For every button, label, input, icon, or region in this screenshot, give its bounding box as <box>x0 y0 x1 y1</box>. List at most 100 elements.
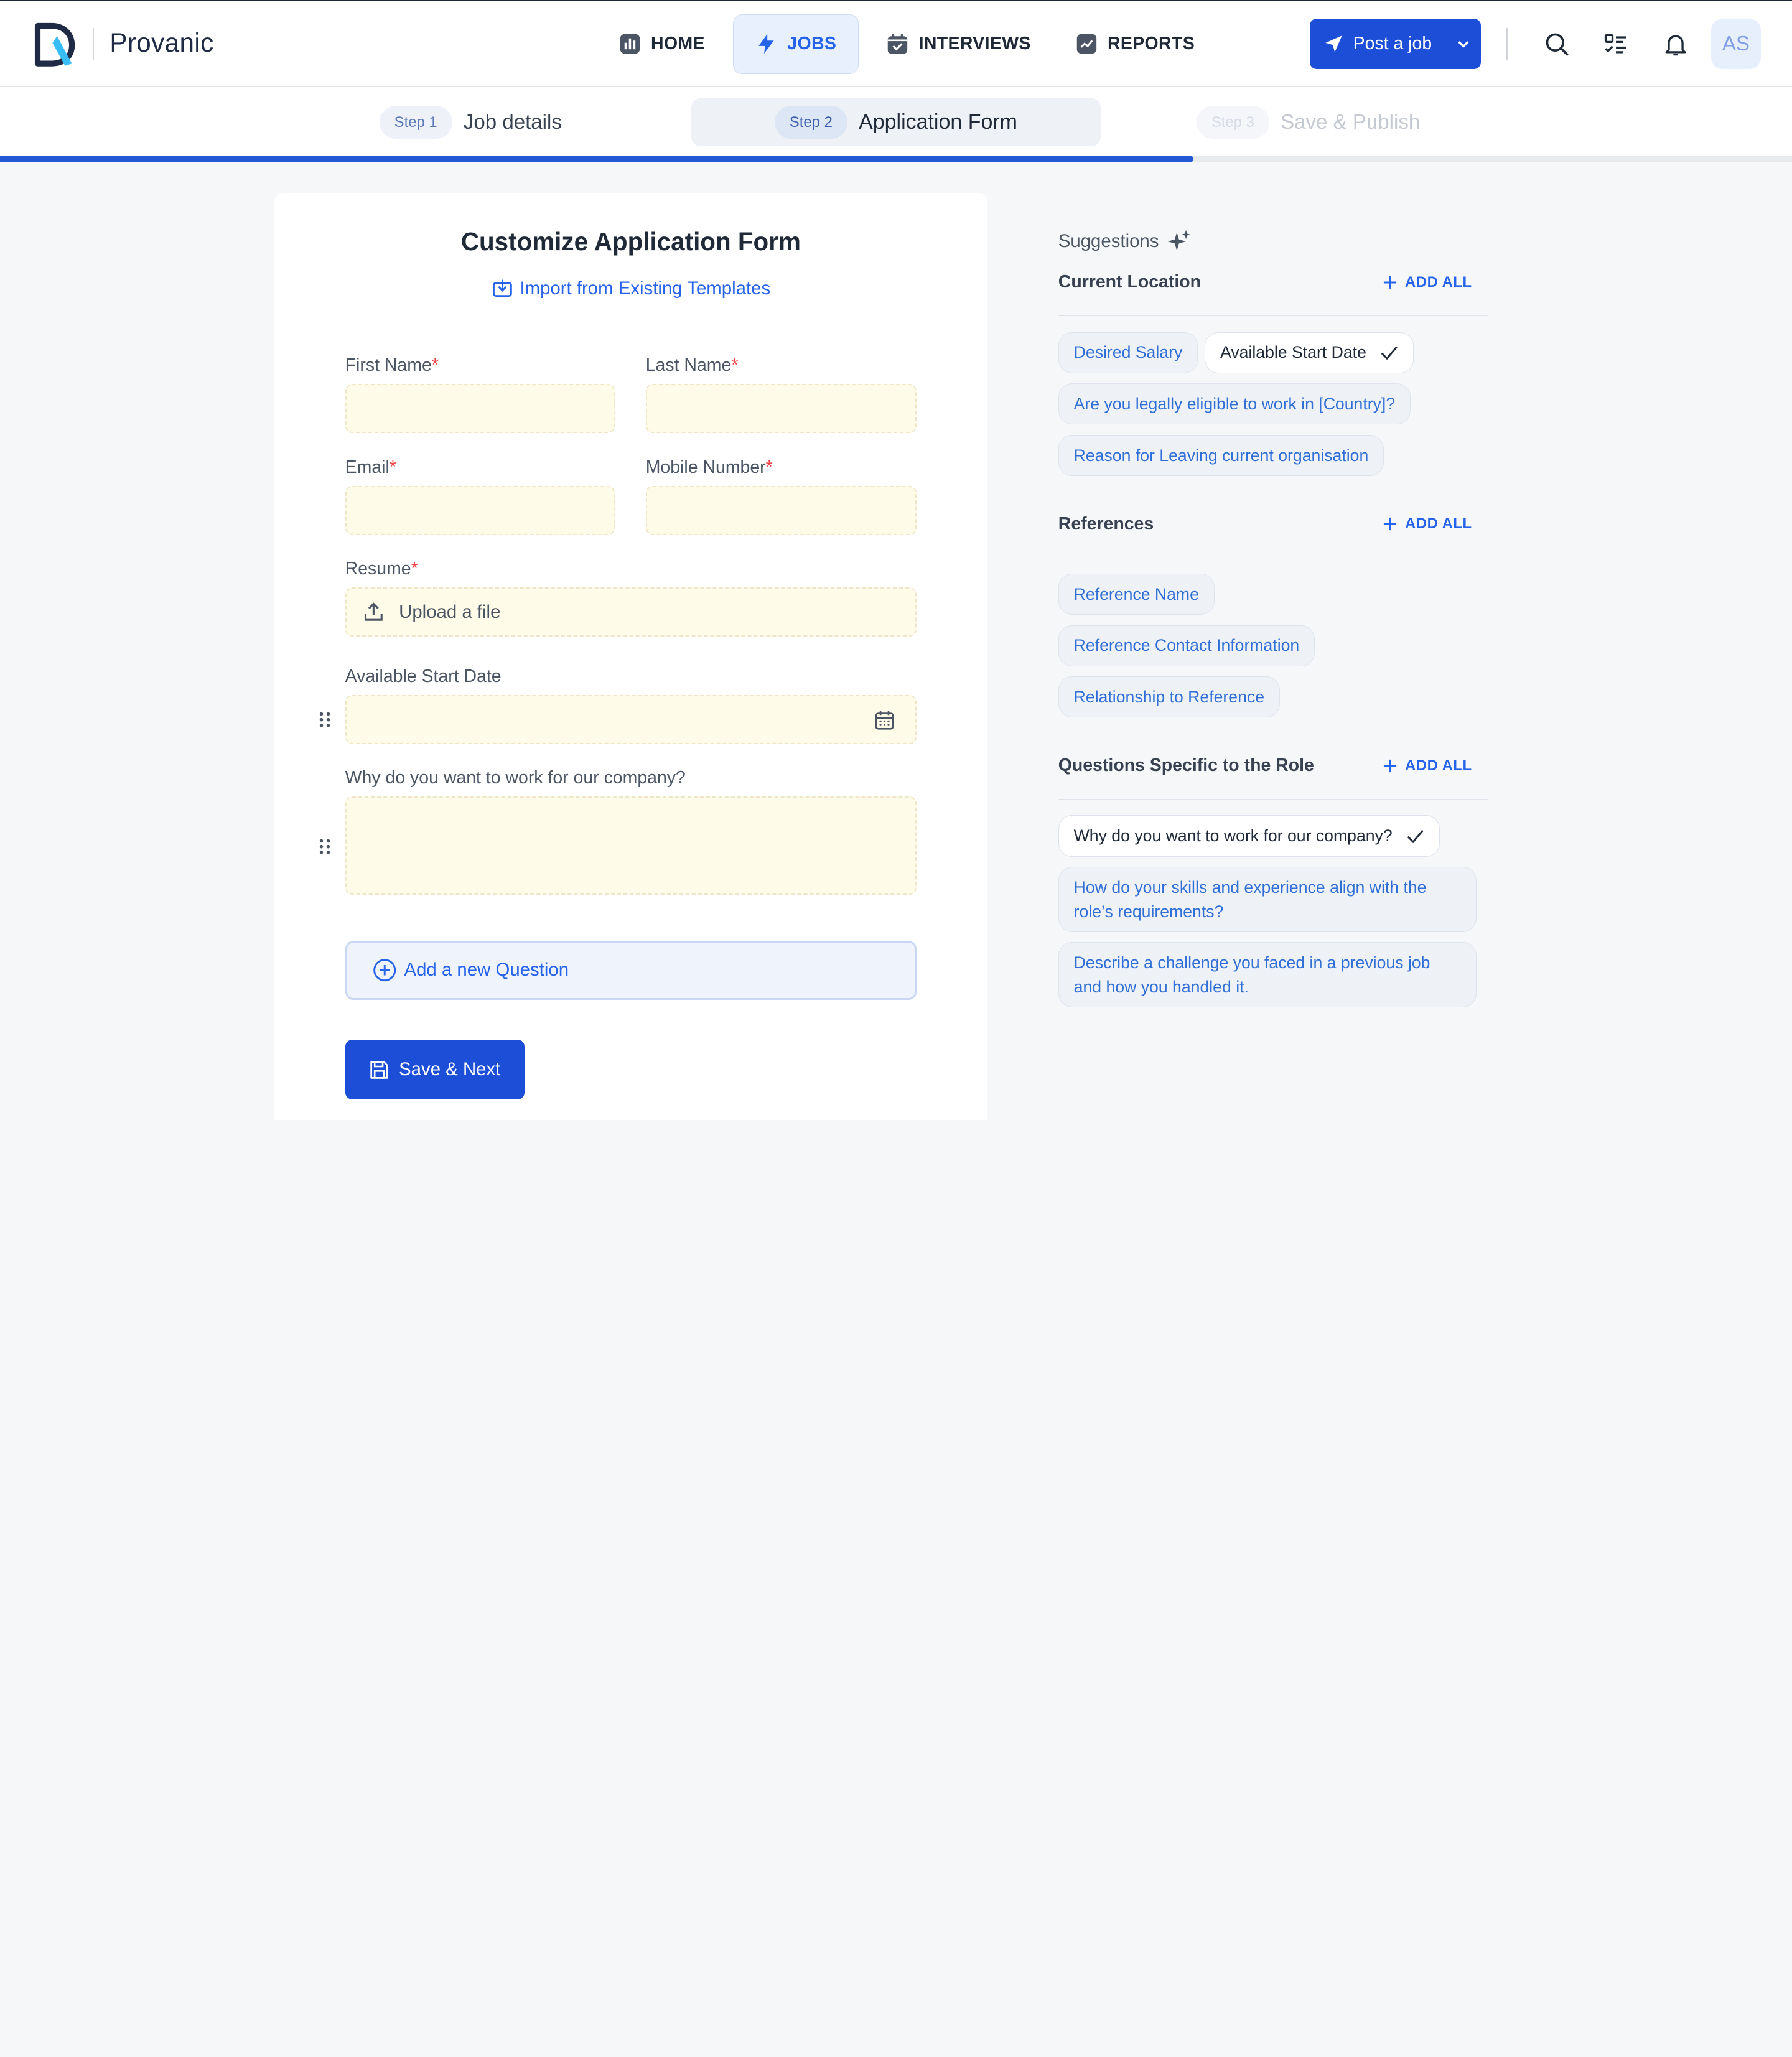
resume-upload-content: Upload a file <box>347 589 915 635</box>
mobile-label-text: Mobile Number <box>645 457 766 477</box>
step-1-label: Job details <box>463 110 562 134</box>
calendar-icon[interactable] <box>874 710 895 730</box>
suggestion-chip[interactable]: Relationship to Reference <box>1058 676 1280 718</box>
task-list-icon[interactable] <box>1602 30 1630 58</box>
post-job-dropdown[interactable] <box>1445 36 1481 52</box>
last-name-label: Last Name* <box>646 355 739 376</box>
user-avatar[interactable]: AS <box>1710 19 1762 70</box>
step-application-form[interactable]: Step 2 Application Form <box>691 98 1101 147</box>
check-icon <box>1381 346 1398 360</box>
add-all-label: ADD ALL <box>1405 757 1472 774</box>
suggestion-chip-label: Reason for Leaving current organisation <box>1073 445 1369 465</box>
add-all-button[interactable]: ADD ALL <box>1383 274 1488 291</box>
suggestion-chip-list: Reference Name Reference Contact Informa… <box>1058 557 1488 718</box>
import-icon <box>492 279 512 297</box>
chip-row: Describe a challenge you faced in a prev… <box>1058 942 1488 1008</box>
nav-jobs[interactable]: JOBS <box>732 14 859 74</box>
suggestion-chip[interactable]: Are you legally eligible to work in [Cou… <box>1058 383 1411 425</box>
why-question-label: Why do you want to work for our company? <box>345 768 686 788</box>
step-save-publish: Step 3 Save & Publish <box>1197 100 1420 145</box>
chart-bars-icon <box>620 34 640 54</box>
add-question-label: Add a new Question <box>404 959 569 981</box>
nav-home[interactable]: HOME <box>602 14 722 74</box>
suggestion-group-header: Questions Specific to the Role ADD ALL <box>1058 749 1488 800</box>
post-job-button[interactable]: Post a job <box>1310 34 1445 54</box>
main-nav: HOME JOBS INTERVIEWS REPORTS <box>602 14 1223 74</box>
first-name-label-text: First Name <box>345 355 432 376</box>
stepper-progress-track <box>0 155 1792 162</box>
calendar-check-icon <box>887 34 908 54</box>
suggestion-chip[interactable]: Describe a challenge you faced in a prev… <box>1058 942 1477 1008</box>
resume-label: Resume* <box>345 559 418 579</box>
logo-divider <box>92 28 94 60</box>
application-form-card: Customize Application Form Import from E… <box>274 193 987 1120</box>
suggestion-group-title: Current Location <box>1058 272 1201 292</box>
required-marker: * <box>389 457 396 477</box>
suggestion-chip[interactable]: How do your skills and experience align … <box>1058 867 1477 932</box>
suggestion-chip[interactable]: Desired Salary <box>1058 332 1198 373</box>
plus-icon <box>1384 276 1397 289</box>
import-templates-link[interactable]: Import from Existing Templates <box>274 278 987 299</box>
suggestions-panel: Suggestions Current Location ADD ALL Des… <box>1058 217 1488 1008</box>
suggestion-chip-selected[interactable]: Why do you want to work for our company? <box>1058 815 1440 857</box>
first-name-field[interactable] <box>345 384 615 434</box>
add-all-button[interactable]: ADD ALL <box>1383 757 1488 775</box>
post-job-button-group: Post a job <box>1309 19 1482 70</box>
step-job-details[interactable]: Step 1 Job details <box>379 100 562 145</box>
chip-row: Reference Contact Information <box>1058 625 1488 666</box>
mobile-number-field[interactable] <box>645 485 917 535</box>
resume-upload-field[interactable]: Upload a file <box>345 587 917 637</box>
start-date-field[interactable] <box>345 694 917 744</box>
chevron-down-icon <box>1458 40 1469 48</box>
step-3-label: Save & Publish <box>1281 110 1421 134</box>
drag-handle-icon[interactable] <box>318 837 332 856</box>
chip-row: Reference Name <box>1058 574 1488 615</box>
chip-row: Relationship to Reference <box>1058 676 1488 718</box>
email-field[interactable] <box>345 485 615 535</box>
suggestion-chip-label: Are you legally eligible to work in [Cou… <box>1073 394 1396 413</box>
save-next-button[interactable]: Save & Next <box>345 1040 525 1099</box>
provanic-logo-icon[interactable] <box>34 22 75 68</box>
bell-icon[interactable] <box>1662 30 1689 58</box>
app-root: Provanic HOME JOBS INTERVIEWS REPORTS Po… <box>0 0 1792 1120</box>
required-marker: * <box>731 355 739 376</box>
stepper-progress-fill <box>0 155 1194 162</box>
nav-interviews[interactable]: INTERVIEWS <box>870 14 1047 74</box>
add-all-label: ADD ALL <box>1405 273 1472 291</box>
step-3-pill: Step 3 <box>1197 105 1269 139</box>
required-marker: * <box>765 457 773 477</box>
step-1-pill: Step 1 <box>379 105 452 139</box>
suggestions-header: Suggestions <box>1058 217 1488 265</box>
add-question-button[interactable]: Add a new Question <box>345 940 917 1001</box>
email-label-text: Email <box>345 457 390 477</box>
suggestion-chip-list: Why do you want to work for our company?… <box>1058 800 1488 1008</box>
post-job-label: Post a job <box>1353 34 1432 54</box>
add-all-button[interactable]: ADD ALL <box>1383 515 1488 533</box>
header-divider <box>1506 28 1508 60</box>
why-question-textarea[interactable] <box>345 796 917 895</box>
drag-handle-icon[interactable] <box>318 711 332 729</box>
required-marker: * <box>431 355 439 376</box>
suggestion-chip[interactable]: Reason for Leaving current organisation <box>1058 434 1384 476</box>
suggestion-group-references: References ADD ALL Reference Name Refere… <box>1058 507 1488 718</box>
send-icon <box>1325 35 1342 52</box>
suggestion-chip-label: Desired Salary <box>1073 343 1183 362</box>
nav-reports[interactable]: REPORTS <box>1059 14 1211 74</box>
search-icon[interactable] <box>1543 30 1570 58</box>
brand-name: Provanic <box>110 28 214 58</box>
suggestion-chip-selected[interactable]: Available Start Date <box>1205 332 1414 373</box>
suggestion-chip[interactable]: Reference Contact Information <box>1058 625 1315 666</box>
upload-icon <box>365 602 383 621</box>
resume-label-text: Resume <box>345 559 411 579</box>
suggestion-group-title: Questions Specific to the Role <box>1058 755 1314 776</box>
nav-jobs-label: JOBS <box>787 34 837 54</box>
chip-row: Are you legally eligible to work in [Cou… <box>1058 383 1488 425</box>
suggestion-chip[interactable]: Reference Name <box>1058 574 1215 615</box>
save-icon <box>370 1060 389 1079</box>
suggestion-chip-label: Reference Contact Information <box>1073 636 1300 655</box>
nav-home-label: HOME <box>651 34 705 54</box>
suggestion-chip-label: Available Start Date <box>1220 343 1366 362</box>
suggestion-chip-label: Reference Name <box>1073 584 1199 604</box>
last-name-field[interactable] <box>645 384 917 434</box>
plus-icon <box>1384 517 1397 531</box>
